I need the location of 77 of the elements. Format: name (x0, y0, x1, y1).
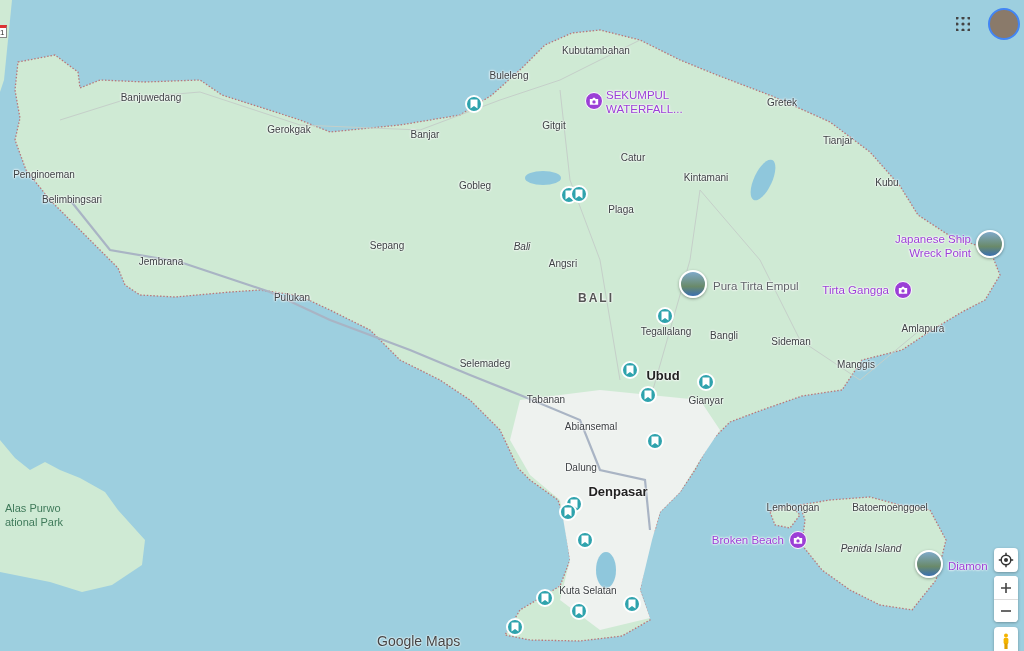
apps-icon (956, 17, 970, 31)
crosshair-icon (998, 552, 1014, 568)
place-label: Gobleg (458, 178, 492, 192)
place-label: Buleleng (489, 68, 529, 82)
poi-label[interactable]: Diamon (948, 560, 988, 574)
saved-place-pin-icon[interactable] (639, 386, 657, 404)
photo-placeholder[interactable] (976, 230, 1004, 258)
place-label: Gretek (767, 95, 797, 109)
place-label: Gerokgak (267, 122, 311, 136)
bay (596, 552, 616, 588)
poi-label[interactable]: Broken Beach (711, 534, 784, 548)
place-label: Bangli (710, 328, 738, 342)
place-label: Tabanan (526, 392, 566, 406)
place-label: Pulukan (273, 290, 311, 304)
plus-icon (1001, 582, 1011, 593)
saved-place-pin-icon[interactable] (697, 373, 715, 391)
saved-place-pin-icon[interactable] (559, 503, 577, 521)
saved-place-pin-icon[interactable] (570, 185, 588, 203)
place-label: Selemadeg (459, 356, 511, 370)
saved-place-pin-icon[interactable] (536, 589, 554, 607)
place-label: Amlapura (901, 321, 945, 335)
place-label: Denpasar (588, 483, 648, 501)
camera-icon (589, 96, 599, 106)
place-label: Kintamani (683, 170, 729, 184)
saved-place-pin-icon[interactable] (576, 531, 594, 549)
place-label: BALI (578, 291, 614, 307)
place-label: Manggis (837, 357, 875, 371)
place-label: Jembrana (138, 254, 184, 268)
place-label: Bali (513, 239, 531, 253)
place-label: Gitgit (542, 118, 566, 132)
saved-place-pin-icon[interactable] (465, 95, 483, 113)
place-label: Penida Island (840, 541, 902, 555)
place-label: Penginoeman (13, 167, 75, 181)
poi-label[interactable]: Tirta Gangga (822, 284, 889, 298)
place-label: Belimbingsari (42, 192, 102, 206)
place-label: Dalung (565, 460, 597, 474)
place-label: Angsri (548, 256, 578, 270)
saved-place-pin-icon[interactable] (656, 307, 674, 325)
my-location-button[interactable] (994, 548, 1018, 572)
poi-label[interactable]: SEKUMPUL WATERFALL... (606, 89, 683, 117)
google-maps-logo: Google Maps (377, 633, 461, 649)
place-label: Kubu (875, 175, 899, 189)
place-label: Tianjar (822, 133, 854, 147)
street-view-button[interactable] (994, 627, 1018, 651)
saved-place-pin-icon[interactable] (570, 602, 588, 620)
zoom-out-button[interactable] (994, 599, 1018, 622)
place-label: Lembongan (766, 500, 820, 514)
place-label: Abiansemal (564, 419, 618, 433)
place-label: Sideman (771, 334, 811, 348)
lake (525, 171, 561, 185)
place-label: Tegallalang (640, 324, 692, 338)
place-label: Banjuwedang (120, 90, 182, 104)
zoom-in-button[interactable] (994, 576, 1018, 599)
saved-place-pin-icon[interactable] (621, 361, 639, 379)
place-label: Plaga (608, 202, 634, 216)
place-label: Banjar (410, 127, 440, 141)
route-shield: 1 (0, 25, 8, 38)
saved-place-pin-icon[interactable] (506, 618, 524, 636)
place-label: Gianyar (688, 393, 724, 407)
place-label: Kubutambahan (562, 43, 630, 57)
place-label: Batoemoenggoel (852, 500, 928, 514)
lake (750, 159, 776, 201)
poi-label[interactable]: Japanese Ship Wreck Point (894, 233, 971, 261)
place-label: Alas Purwo ational Park (4, 500, 64, 530)
place-label: Kuta Selatan (559, 583, 617, 597)
saved-place-pin-icon[interactable] (623, 595, 641, 613)
camera-icon (898, 285, 908, 295)
place-label: Sepang (369, 238, 405, 252)
saved-place-pin-icon[interactable] (646, 432, 664, 450)
camera-pin-icon[interactable] (789, 531, 807, 549)
apps-grid-icon[interactable] (955, 16, 971, 32)
camera-icon (793, 535, 803, 545)
person-icon (1002, 633, 1010, 649)
poi-label[interactable]: Pura Tirta Empul (713, 280, 799, 294)
place-label: Ubud (646, 367, 680, 385)
avatar[interactable] (988, 8, 1020, 40)
place-label: Catur (620, 150, 646, 164)
